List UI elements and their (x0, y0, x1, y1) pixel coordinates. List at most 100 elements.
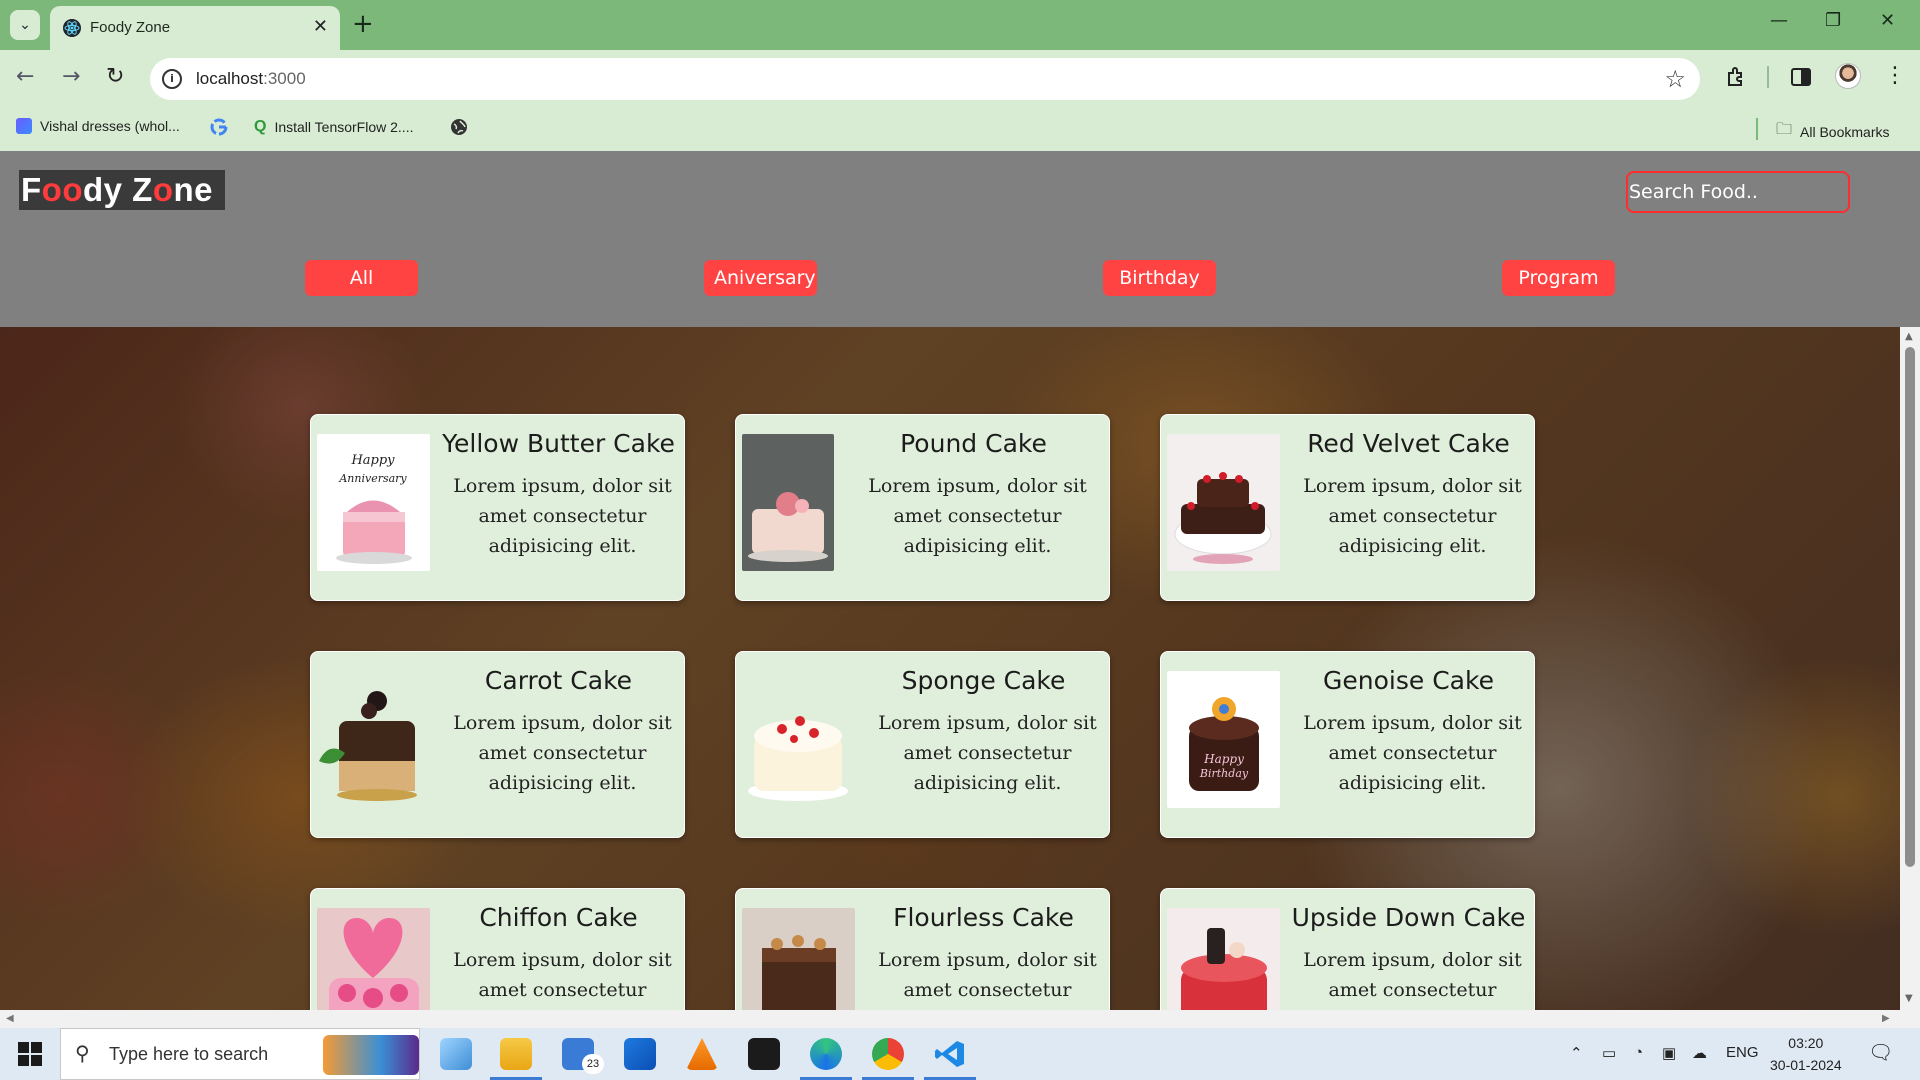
vlc-icon[interactable] (686, 1038, 718, 1070)
svg-text:Birthday: Birthday (1199, 767, 1249, 780)
filter-program-button[interactable]: Program (1502, 260, 1615, 296)
search-icon: ⚲ (75, 1041, 90, 1065)
clock-time: 03:20 (1788, 1035, 1824, 1051)
new-tab-button[interactable]: + (352, 9, 374, 39)
language-indicator[interactable]: ENG (1726, 1044, 1759, 1061)
food-description: Lorem ipsum, dolor sit amet consectetur (878, 949, 1097, 1001)
back-icon[interactable]: ← (16, 64, 34, 89)
reload-icon[interactable]: ↻ (106, 64, 124, 89)
tab-title: Foody Zone (90, 19, 171, 36)
all-bookmarks-button[interactable]: 🗀 All Bookmarks (1776, 118, 1889, 145)
filter-birthday-button[interactable]: Birthday (1103, 260, 1216, 296)
chevron-down-icon: ⌄ (19, 17, 31, 33)
folder-icon: 🗀 (1776, 121, 1793, 138)
mail-badge: 23 (582, 1054, 604, 1074)
food-description: Lorem ipsum, dolor sit amet consectetur … (453, 712, 672, 794)
browser-tab-active[interactable]: Foody Zone ✕ (50, 6, 340, 50)
cloud-offline-icon[interactable]: ☁ (1692, 1044, 1707, 1062)
filter-aniversary-button[interactable]: Aniversary (704, 260, 817, 296)
tab-close-icon[interactable]: ✕ (313, 16, 328, 37)
forward-icon[interactable]: → (62, 64, 80, 89)
scroll-right-arrow-icon[interactable]: ▶ (1882, 1013, 1890, 1024)
bookmark-star-icon[interactable]: ☆ (1664, 65, 1686, 93)
camera-mic-icon[interactable]: ▣ (1662, 1044, 1676, 1062)
scroll-up-arrow-icon[interactable]: ▲ (1905, 331, 1913, 342)
extensions-icon[interactable] (1724, 65, 1748, 89)
notifications-icon[interactable]: 🗨 (1868, 1040, 1893, 1065)
flourless-cake-image (742, 908, 855, 1010)
food-card[interactable]: Flourless Cake Lorem ipsum, dolor sit am… (735, 888, 1110, 1010)
url-text: localhost:3000 (196, 69, 306, 88)
food-title: Pound Cake (900, 429, 1047, 458)
minimize-icon[interactable]: — (1770, 10, 1788, 31)
scroll-down-arrow-icon[interactable]: ▼ (1905, 993, 1913, 1004)
toolbar-divider (1767, 66, 1769, 88)
vscode-icon[interactable] (934, 1038, 966, 1070)
vertical-scrollbar[interactable]: ▲ ▼ (1900, 327, 1920, 1010)
food-title: Chiffon Cake (479, 903, 638, 932)
food-card[interactable]: Happy Birthday Genoise Cake Lorem ipsum,… (1160, 651, 1535, 838)
food-title: Upside Down Cake (1291, 903, 1526, 932)
globe-icon (451, 119, 467, 135)
taskbar-clock[interactable]: 03:20 30-01-2024 (1770, 1032, 1842, 1076)
bookmark-item[interactable]: Vishal dresses (whol... (16, 118, 180, 134)
food-description: Lorem ipsum, dolor sit amet consectetur … (1303, 712, 1522, 794)
svg-text:Happy: Happy (1203, 752, 1244, 766)
red-velvet-cake-image (1167, 434, 1280, 571)
food-card[interactable]: Red Velvet Cake Lorem ipsum, dolor sit a… (1160, 414, 1535, 601)
food-title: Red Velvet Cake (1307, 429, 1510, 458)
taskbar-search-box[interactable]: ⚲ Type here to search (60, 1028, 420, 1080)
globe-bookmark[interactable] (450, 118, 468, 136)
food-title: Carrot Cake (484, 666, 633, 695)
horizontal-scrollbar[interactable]: ◀ ▶ (0, 1010, 1920, 1028)
windows-taskbar: ⚲ Type here to search 23 ⌃ ▭ ◔ ▣ ☁ ENG 0… (0, 1028, 1920, 1080)
google-icon (210, 118, 228, 136)
carrot-cake-image (317, 671, 430, 808)
scroll-left-arrow-icon[interactable]: ◀ (6, 1013, 14, 1024)
tab-search-button[interactable]: ⌄ (10, 10, 40, 40)
food-description: Lorem ipsum, dolor sit amet consectetur … (1303, 475, 1522, 557)
food-description: Lorem ipsum, dolor sit amet consectetur (1303, 949, 1522, 1001)
food-description: Lorem ipsum, dolor sit amet consectetur … (868, 475, 1087, 557)
browser-tab-strip: ⌄ Foody Zone ✕ + — ❐ ✕ (0, 0, 1920, 50)
upside-down-cake-image (1167, 908, 1280, 1010)
bookmarks-divider (1756, 118, 1758, 140)
terminal-icon[interactable] (748, 1038, 780, 1070)
close-window-icon[interactable]: ✕ (1880, 10, 1895, 31)
food-card[interactable]: Happy Anniversary Yellow Butter Cake Lor… (310, 414, 685, 601)
microsoft-store-icon[interactable] (624, 1038, 656, 1070)
address-bar[interactable]: i localhost:3000 ☆ (150, 58, 1700, 100)
tray-chevron-up-icon[interactable]: ⌃ (1570, 1044, 1583, 1062)
file-explorer-icon[interactable] (500, 1038, 532, 1070)
edge-browser-icon[interactable] (810, 1038, 842, 1070)
app-header: Foody Zone All Aniversary Birthday Progr… (0, 151, 1920, 327)
food-card[interactable]: Upside Down Cake Lorem ipsum, dolor sit … (1160, 888, 1535, 1010)
chrome-browser-icon[interactable] (872, 1038, 904, 1070)
food-card[interactable]: Pound Cake Lorem ipsum, dolor sit amet c… (735, 414, 1110, 601)
more-menu-icon[interactable]: ⋮ (1884, 63, 1906, 88)
genoise-cake-image: Happy Birthday (1167, 671, 1280, 808)
google-bookmark[interactable] (210, 118, 228, 136)
restore-icon[interactable]: ❐ (1825, 10, 1841, 31)
chiffon-cake-image (317, 908, 430, 1010)
food-card[interactable]: Sponge Cake Lorem ipsum, dolor sit amet … (735, 651, 1110, 838)
food-card[interactable]: Chiffon Cake Lorem ipsum, dolor sit amet… (310, 888, 685, 1010)
clock-date: 30-01-2024 (1770, 1057, 1842, 1073)
bookmark-item[interactable]: Q Install TensorFlow 2.... (254, 118, 413, 136)
site-info-icon[interactable]: i (162, 69, 182, 89)
profile-avatar[interactable] (1835, 63, 1861, 89)
bookmarks-bar: Vishal dresses (whol... Q Install Tensor… (0, 108, 1920, 151)
taskbar-search-placeholder: Type here to search (109, 1044, 269, 1064)
wifi-icon[interactable]: ◔ (1634, 1044, 1643, 1061)
svg-text:Happy: Happy (350, 453, 395, 468)
windows-start-icon[interactable] (18, 1042, 42, 1066)
q-favicon-icon: Q (254, 118, 267, 135)
side-panel-icon[interactable] (1790, 66, 1812, 88)
scrollbar-thumb[interactable] (1905, 347, 1915, 867)
search-highlight-image (323, 1035, 419, 1075)
battery-icon[interactable]: ▭ (1602, 1044, 1616, 1062)
store-pad-app-icon[interactable] (440, 1038, 472, 1070)
filter-all-button[interactable]: All (305, 260, 418, 296)
search-food-input[interactable] (1626, 171, 1850, 213)
food-card[interactable]: Carrot Cake Lorem ipsum, dolor sit amet … (310, 651, 685, 838)
